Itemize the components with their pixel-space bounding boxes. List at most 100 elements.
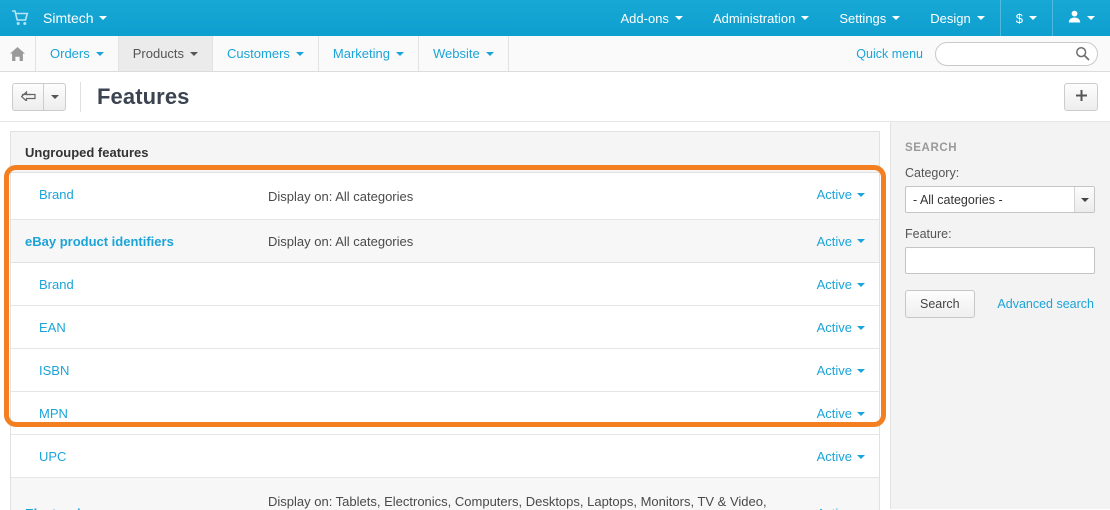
shopping-cart-icon [11, 9, 29, 27]
top-nav-addons-label: Add-ons [620, 10, 669, 26]
status-dropdown[interactable]: Active [817, 276, 865, 293]
status-label: Active [816, 233, 852, 249]
chevron-down-icon [857, 325, 865, 330]
feature-description: Display on: All categories [268, 233, 414, 249]
chevron-down-icon [857, 239, 865, 243]
menu-item-customers[interactable]: Customers [213, 36, 319, 71]
menu-item-customers-label: Customers [227, 46, 290, 61]
top-bar: Simtech Add-ons Administration Settings … [0, 0, 1110, 36]
top-nav-design-label: Design [930, 10, 971, 26]
home-icon[interactable] [0, 36, 36, 71]
status-dropdown[interactable]: Active [817, 319, 865, 336]
table-row[interactable]: ISBN Active [11, 349, 879, 392]
back-button-group [12, 82, 66, 111]
status-label: Active [817, 505, 852, 510]
store-name-menu[interactable]: Simtech [43, 10, 107, 26]
status-dropdown[interactable]: Active [817, 491, 865, 510]
chevron-down-icon [98, 16, 107, 20]
table-row[interactable]: EAN Active [11, 306, 879, 349]
quick-menu-link[interactable]: Quick menu [856, 47, 923, 61]
top-nav-design[interactable]: Design [915, 0, 999, 36]
chevron-down-icon [1074, 187, 1094, 212]
status-label: Active [816, 406, 852, 421]
feature-description: Display on: Tablets, Electronics, Comput… [268, 494, 767, 509]
feature-group-name-link[interactable]: eBay product identifiers [25, 233, 268, 250]
top-nav-administration[interactable]: Administration [698, 0, 824, 36]
feature-input[interactable] [905, 247, 1095, 274]
main-area: Ungrouped features Brand Display on: All… [0, 122, 1110, 510]
menu-item-orders-label: Orders [50, 46, 90, 61]
category-select-value: - All categories - [913, 192, 1003, 207]
chevron-down-icon [95, 51, 104, 56]
ungrouped-features-header: Ungrouped features [11, 132, 879, 173]
back-dropdown-button[interactable] [44, 82, 66, 111]
chevron-down-icon [976, 16, 985, 20]
status-dropdown[interactable]: Active [817, 405, 865, 422]
chevron-down-icon [395, 51, 404, 56]
menu-item-products-label: Products [132, 46, 185, 61]
chevron-down-icon [1087, 16, 1095, 20]
add-feature-button[interactable] [1064, 82, 1098, 111]
top-nav-settings-label: Settings [839, 10, 887, 26]
table-row[interactable]: Electronics Display on: Tablets, Electro… [11, 478, 879, 510]
plus-icon [1075, 89, 1088, 105]
feature-name-link[interactable]: Brand [39, 186, 268, 203]
chevron-down-icon [1029, 16, 1037, 20]
advanced-search-link[interactable]: Advanced search [997, 297, 1094, 311]
chevron-down-icon [857, 368, 865, 373]
chevron-down-icon [857, 282, 865, 287]
feature-group-name-link[interactable]: Electronics [25, 491, 268, 510]
global-search [935, 41, 1098, 66]
top-navigation: Add-ons Administration Settings Design $ [606, 0, 1110, 36]
top-nav-settings[interactable]: Settings [824, 0, 915, 36]
title-divider [80, 81, 81, 112]
menu-item-orders[interactable]: Orders [36, 36, 119, 71]
menu-item-products[interactable]: Products [118, 36, 214, 71]
features-panel: Ungrouped features Brand Display on: All… [10, 131, 880, 510]
status-dropdown[interactable]: Active [817, 362, 865, 379]
store-name-label: Simtech [43, 10, 94, 26]
status-dropdown[interactable]: Active [817, 233, 865, 250]
chevron-down-icon [674, 16, 683, 20]
menubar-right-group: Quick menu [856, 36, 1110, 71]
feature-name-link[interactable]: Brand [39, 276, 268, 293]
chevron-down-icon [857, 411, 865, 416]
table-row[interactable]: MPN Active [11, 392, 879, 435]
status-dropdown[interactable]: Active [817, 448, 865, 465]
table-row[interactable]: eBay product identifiers Display on: All… [11, 220, 879, 263]
chevron-down-icon [801, 16, 810, 20]
chevron-down-icon [485, 51, 494, 56]
menu-item-website-label: Website [432, 46, 480, 61]
top-nav-addons[interactable]: Add-ons [606, 0, 698, 36]
features-content: Ungrouped features Brand Display on: All… [0, 122, 890, 510]
chevron-down-icon [857, 192, 865, 197]
feature-name-link[interactable]: UPC [39, 448, 268, 465]
feature-description: Display on: All categories [268, 189, 414, 204]
sidebar-title: SEARCH [905, 142, 958, 154]
page-title-bar: Features [0, 72, 1110, 122]
sidebar-actions: Search Advanced search [905, 290, 1094, 318]
table-row[interactable]: Brand Display on: All categories Active [11, 173, 879, 220]
feature-label: Feature: [905, 227, 952, 241]
top-nav-currency[interactable]: $ [999, 0, 1052, 36]
page-title: Features [97, 83, 190, 109]
menu-item-marketing[interactable]: Marketing [319, 36, 419, 71]
user-icon [1068, 10, 1081, 26]
back-button[interactable] [12, 82, 44, 111]
category-select[interactable]: - All categories - [905, 186, 1095, 213]
feature-name-link[interactable]: EAN [39, 319, 268, 336]
feature-name-link[interactable]: ISBN [39, 362, 268, 379]
search-input[interactable] [935, 41, 1098, 66]
table-row[interactable]: Brand Active [11, 263, 879, 306]
chevron-down-icon [50, 94, 59, 99]
menu-item-website[interactable]: Website [419, 36, 509, 71]
top-nav-user[interactable] [1052, 0, 1110, 36]
status-label: Active [816, 187, 852, 202]
search-button[interactable]: Search [905, 290, 975, 318]
table-row[interactable]: UPC Active [11, 435, 879, 478]
chevron-down-icon [190, 51, 199, 56]
status-dropdown[interactable]: Active [817, 186, 865, 203]
top-nav-currency-label: $ [1015, 10, 1023, 26]
status-label: Active [816, 277, 852, 292]
feature-name-link[interactable]: MPN [39, 405, 268, 422]
